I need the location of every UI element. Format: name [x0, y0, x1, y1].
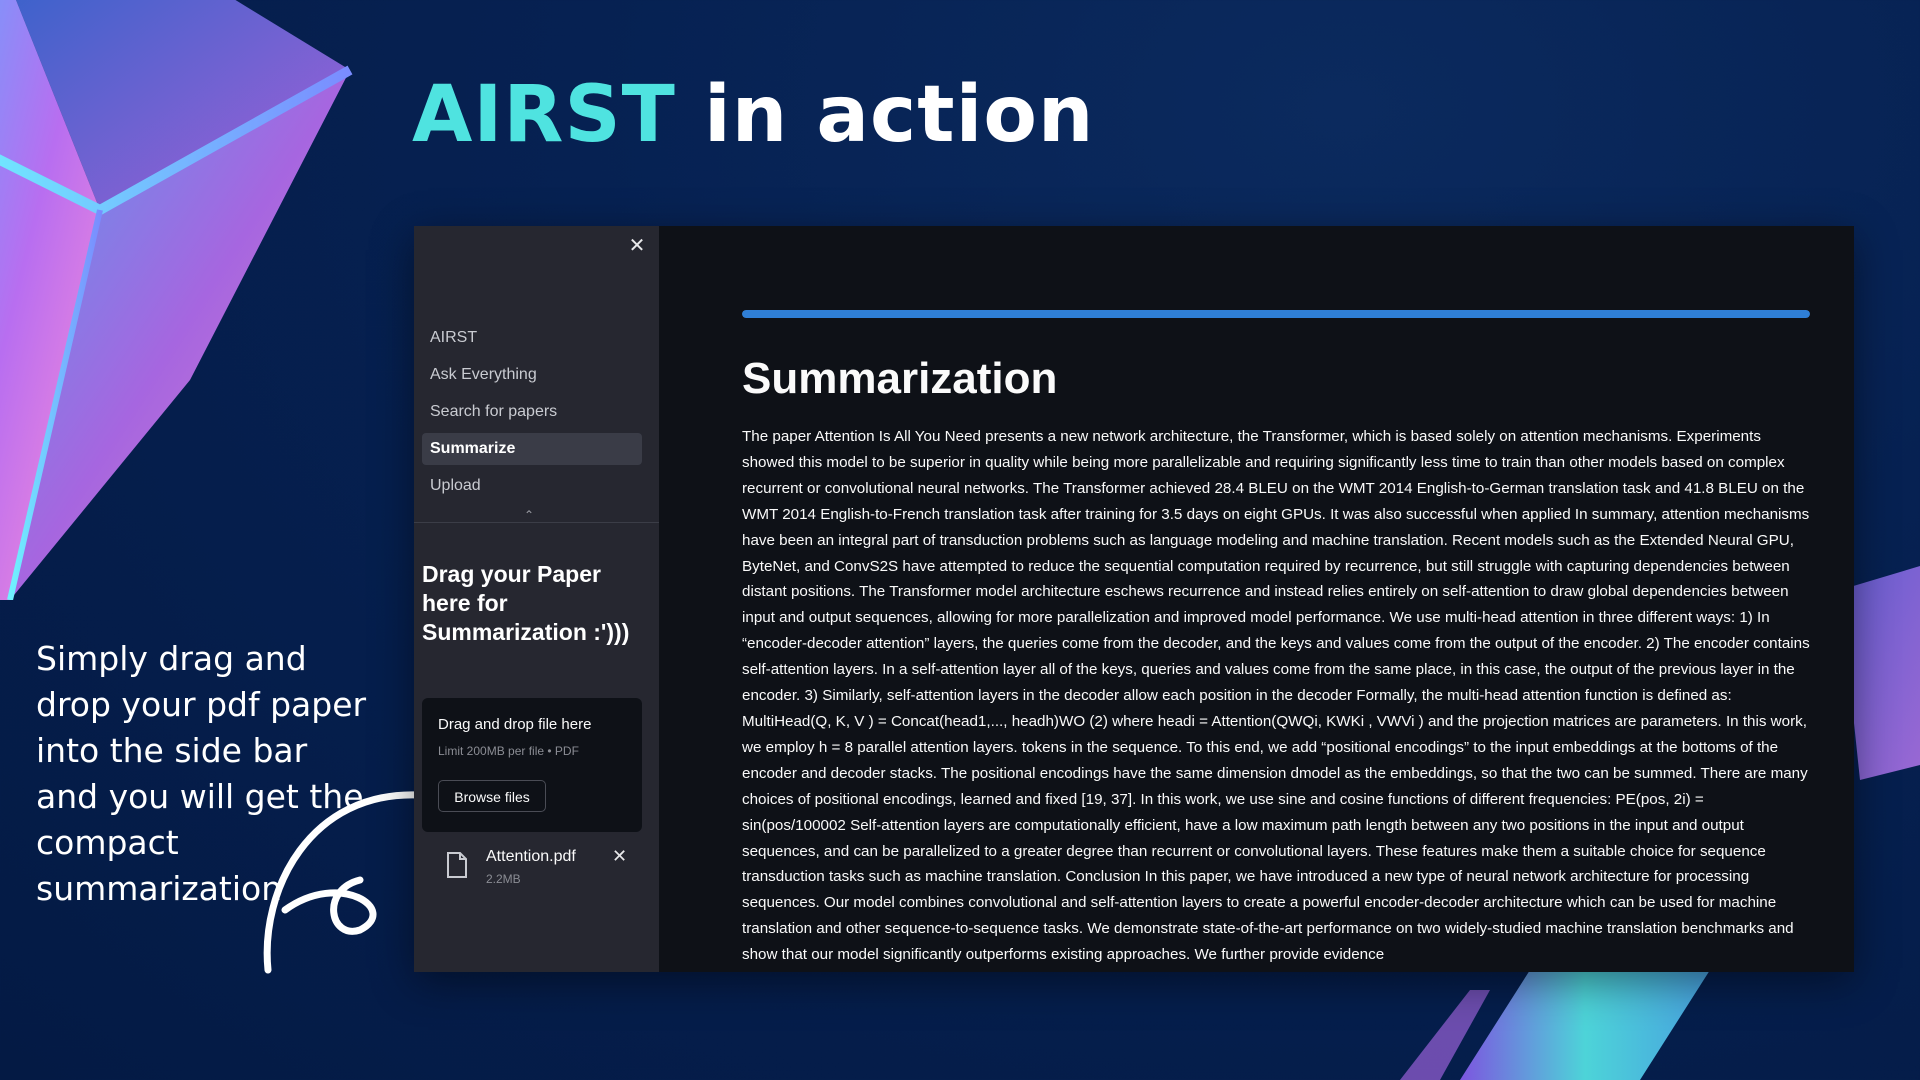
dropzone-limit: Limit 200MB per file • PDF	[438, 744, 579, 758]
progress-bar	[742, 310, 1810, 318]
sidebar-item-summarize[interactable]: Summarize	[422, 433, 642, 465]
file-dropzone[interactable]: Drag and drop file here Limit 200MB per …	[422, 698, 642, 832]
main-content: Summarization The paper Attention Is All…	[659, 226, 1854, 972]
chevron-up-icon[interactable]: ⌃	[524, 508, 534, 522]
headline-rest: in action	[675, 70, 1095, 160]
sidebar-item-airst[interactable]: AIRST	[422, 322, 642, 354]
sidebar-item-search-for-papers[interactable]: Search for papers	[422, 396, 642, 428]
sidebar-item-upload[interactable]: Upload	[422, 470, 642, 502]
sidebar-nav: AIRST Ask Everything Search for papers S…	[422, 322, 642, 507]
page-title: Summarization	[742, 354, 1058, 403]
uploaded-file-item: Attention.pdf 2.2MB ✕	[422, 842, 642, 902]
file-name: Attention.pdf	[486, 848, 576, 865]
headline-accent: AIRST	[412, 70, 676, 160]
close-icon[interactable]: ✕	[625, 234, 649, 258]
summary-text: The paper Attention Is All You Need pres…	[742, 428, 1810, 964]
remove-file-icon[interactable]: ✕	[612, 846, 627, 867]
upload-heading: Drag your Paper here for Summarization :…	[422, 561, 630, 645]
slide-headline: AIRST in action	[412, 70, 1094, 160]
decorative-cube-graphic	[0, 0, 353, 600]
decorative-prism-graphic	[1400, 970, 1710, 1080]
dropzone-title: Drag and drop file here	[438, 716, 592, 733]
file-size: 2.2MB	[486, 872, 521, 886]
app-window: ✕ AIRST Ask Everything Search for papers…	[414, 226, 1854, 972]
sidebar-divider	[414, 522, 659, 523]
browse-files-button[interactable]: Browse files	[438, 780, 546, 812]
sidebar: ✕ AIRST Ask Everything Search for papers…	[414, 226, 659, 972]
sidebar-item-ask-everything[interactable]: Ask Everything	[422, 359, 642, 391]
progress-fill	[742, 310, 1810, 318]
file-icon	[447, 852, 467, 878]
